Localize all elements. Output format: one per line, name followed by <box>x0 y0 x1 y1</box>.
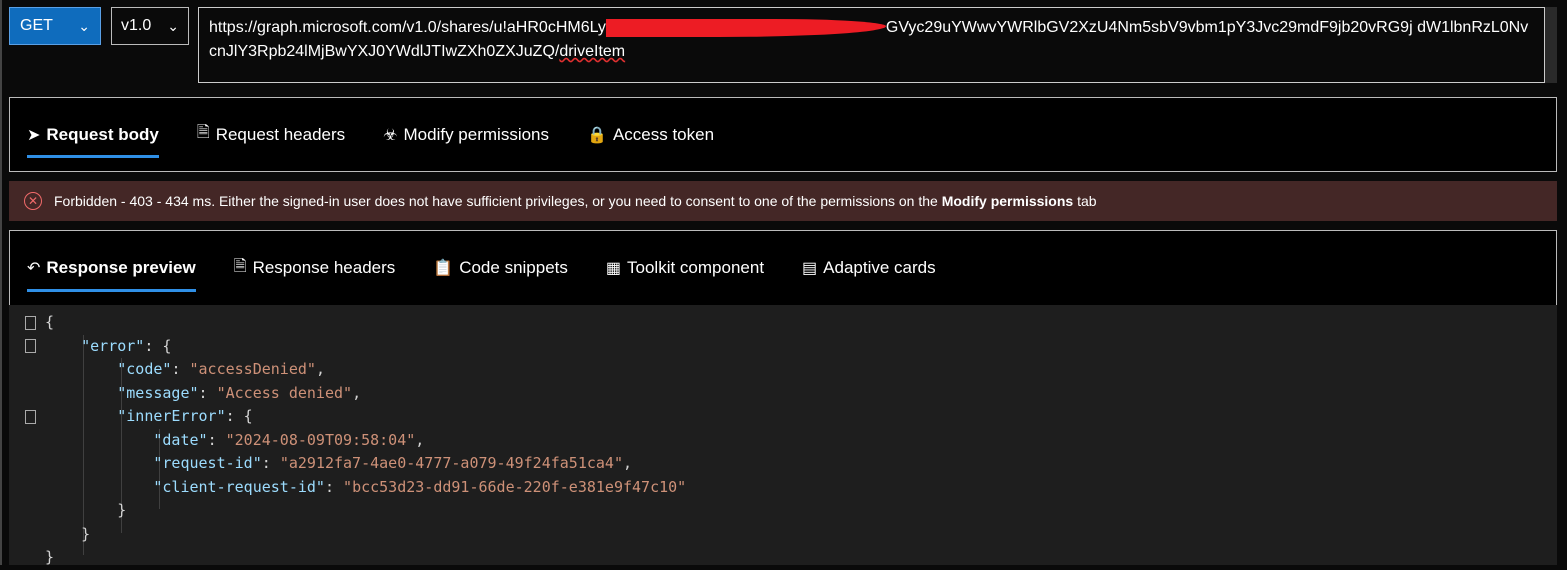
tab-label: Modify permissions <box>403 124 550 144</box>
json-line: "message": "Access denied", <box>117 383 362 402</box>
http-method-dropdown[interactable]: GET ⌄ <box>9 7 101 45</box>
url-input[interactable]: https://graph.microsoft.com/v1.0/shares/… <box>198 7 1545 83</box>
tab-label: Response headers <box>252 258 396 277</box>
fold-toggle[interactable] <box>25 316 36 330</box>
redaction-mark <box>605 18 886 37</box>
tab-label: Code snippets <box>459 258 568 277</box>
tab-modify-permissions[interactable]: ☣ Modify permissions <box>383 98 549 171</box>
toolkit-icon: ▦ <box>605 260 622 277</box>
tab-code-snippets[interactable]: 📋 Code snippets <box>433 231 568 305</box>
status-bar: ✕ Forbidden - 403 - 434 ms. Either the s… <box>9 181 1557 221</box>
error-icon: ✕ <box>24 192 42 210</box>
tab-request-headers[interactable]: 🗎 Request headers <box>197 98 345 171</box>
tab-label: Access token <box>612 124 715 144</box>
tab-access-token[interactable]: 🔒 Access token <box>587 98 714 171</box>
tab-adaptive-cards[interactable]: ▤ Adaptive cards <box>802 231 936 305</box>
status-link-text: Modify permissions <box>941 193 1074 209</box>
fold-toggle[interactable] <box>25 339 36 353</box>
response-json-viewer: { "error": { "code": "accessDenied", "me… <box>9 305 1557 566</box>
tab-label: Request body <box>46 124 159 144</box>
undo-icon: ↶ <box>27 260 41 277</box>
json-line: "request-id": "a2912fa7-4ae0-4777-a079-4… <box>153 454 633 472</box>
left-border <box>0 0 2 565</box>
clipboard-code-icon: 📋 <box>433 260 454 277</box>
client-request-id-value: bcc53d23-dd91-66de-220f-e381e9f47c10 <box>352 477 678 496</box>
document-icon: 🗎 <box>233 257 247 275</box>
url-text-start: https://graph.microsoft.com/v1.0/shares/… <box>209 19 606 36</box>
send-icon: ➤ <box>27 126 41 144</box>
json-line: "error": { <box>81 336 172 355</box>
message-value: Access denied <box>225 383 344 402</box>
url-text-mid: GVyc29uYWwvYWRlbGV2XzU4Nm5sbV9vbm1pY3Jvc… <box>885 19 1413 36</box>
method-value: GET <box>20 17 53 34</box>
tab-toolkit-component[interactable]: ▦ Toolkit component <box>606 231 764 305</box>
request-id-value: a2912fa7-4ae0-4777-a079-49f24fa51ca4 <box>288 454 614 472</box>
request-tabs: ➤ Request body 🗎 Request headers ☣ Modify per… <box>10 98 1556 171</box>
version-dropdown[interactable]: v1.0 ⌄ <box>111 7 189 45</box>
status-text: Forbidden - 403 - 434 ms. Either the sig… <box>54 193 942 209</box>
json-line: } <box>45 501 127 519</box>
response-tabs: ↶ Response preview 🗎 Response headers 📋 Code … <box>10 231 1556 305</box>
permission-icon: ☣ <box>383 126 398 144</box>
url-text-tail: driveItem <box>559 43 626 60</box>
lock-icon: 🔒 <box>587 126 607 144</box>
json-line: { <box>45 313 55 331</box>
json-line: "date": "2024-08-09T09:58:04", <box>153 430 425 449</box>
date-value: 2024-08-09T09:58:04 <box>234 430 407 449</box>
card-icon: ▤ <box>802 260 818 277</box>
request-panel: ➤ Request body 🗎 Request headers ☣ Modify per… <box>9 97 1557 172</box>
json-line: "innerError": { <box>117 407 253 425</box>
tab-response-preview[interactable]: ↶ Response preview <box>27 231 196 305</box>
tab-label: Toolkit component <box>627 258 765 277</box>
tab-response-headers[interactable]: 🗎 Response headers <box>234 231 396 305</box>
chevron-down-icon: ⌄ <box>78 17 90 34</box>
tab-label: Response preview <box>46 258 196 277</box>
json-line: "client-request-id": "bcc53d23-dd91-66de… <box>153 477 687 496</box>
chevron-down-icon: ⌄ <box>167 17 179 34</box>
code-value: accessDenied <box>198 360 307 378</box>
version-value: v1.0 <box>121 17 152 34</box>
tab-label: Adaptive cards <box>823 258 936 277</box>
json-line: } <box>45 524 91 543</box>
fold-toggle[interactable] <box>25 410 36 424</box>
status-suffix: tab <box>1073 193 1097 209</box>
url-scrollbar[interactable] <box>1545 7 1557 83</box>
status-message: Forbidden - 403 - 434 ms. Either the sig… <box>54 193 1097 209</box>
tab-request-body[interactable]: ➤ Request body <box>27 98 159 171</box>
document-icon: 🗎 <box>196 124 210 141</box>
tab-label: Request headers <box>215 124 346 144</box>
json-line: "code": "accessDenied", <box>117 360 325 378</box>
response-panel: ↶ Response preview 🗎 Response headers 📋 Code … <box>9 230 1557 305</box>
json-line: } <box>45 548 55 566</box>
